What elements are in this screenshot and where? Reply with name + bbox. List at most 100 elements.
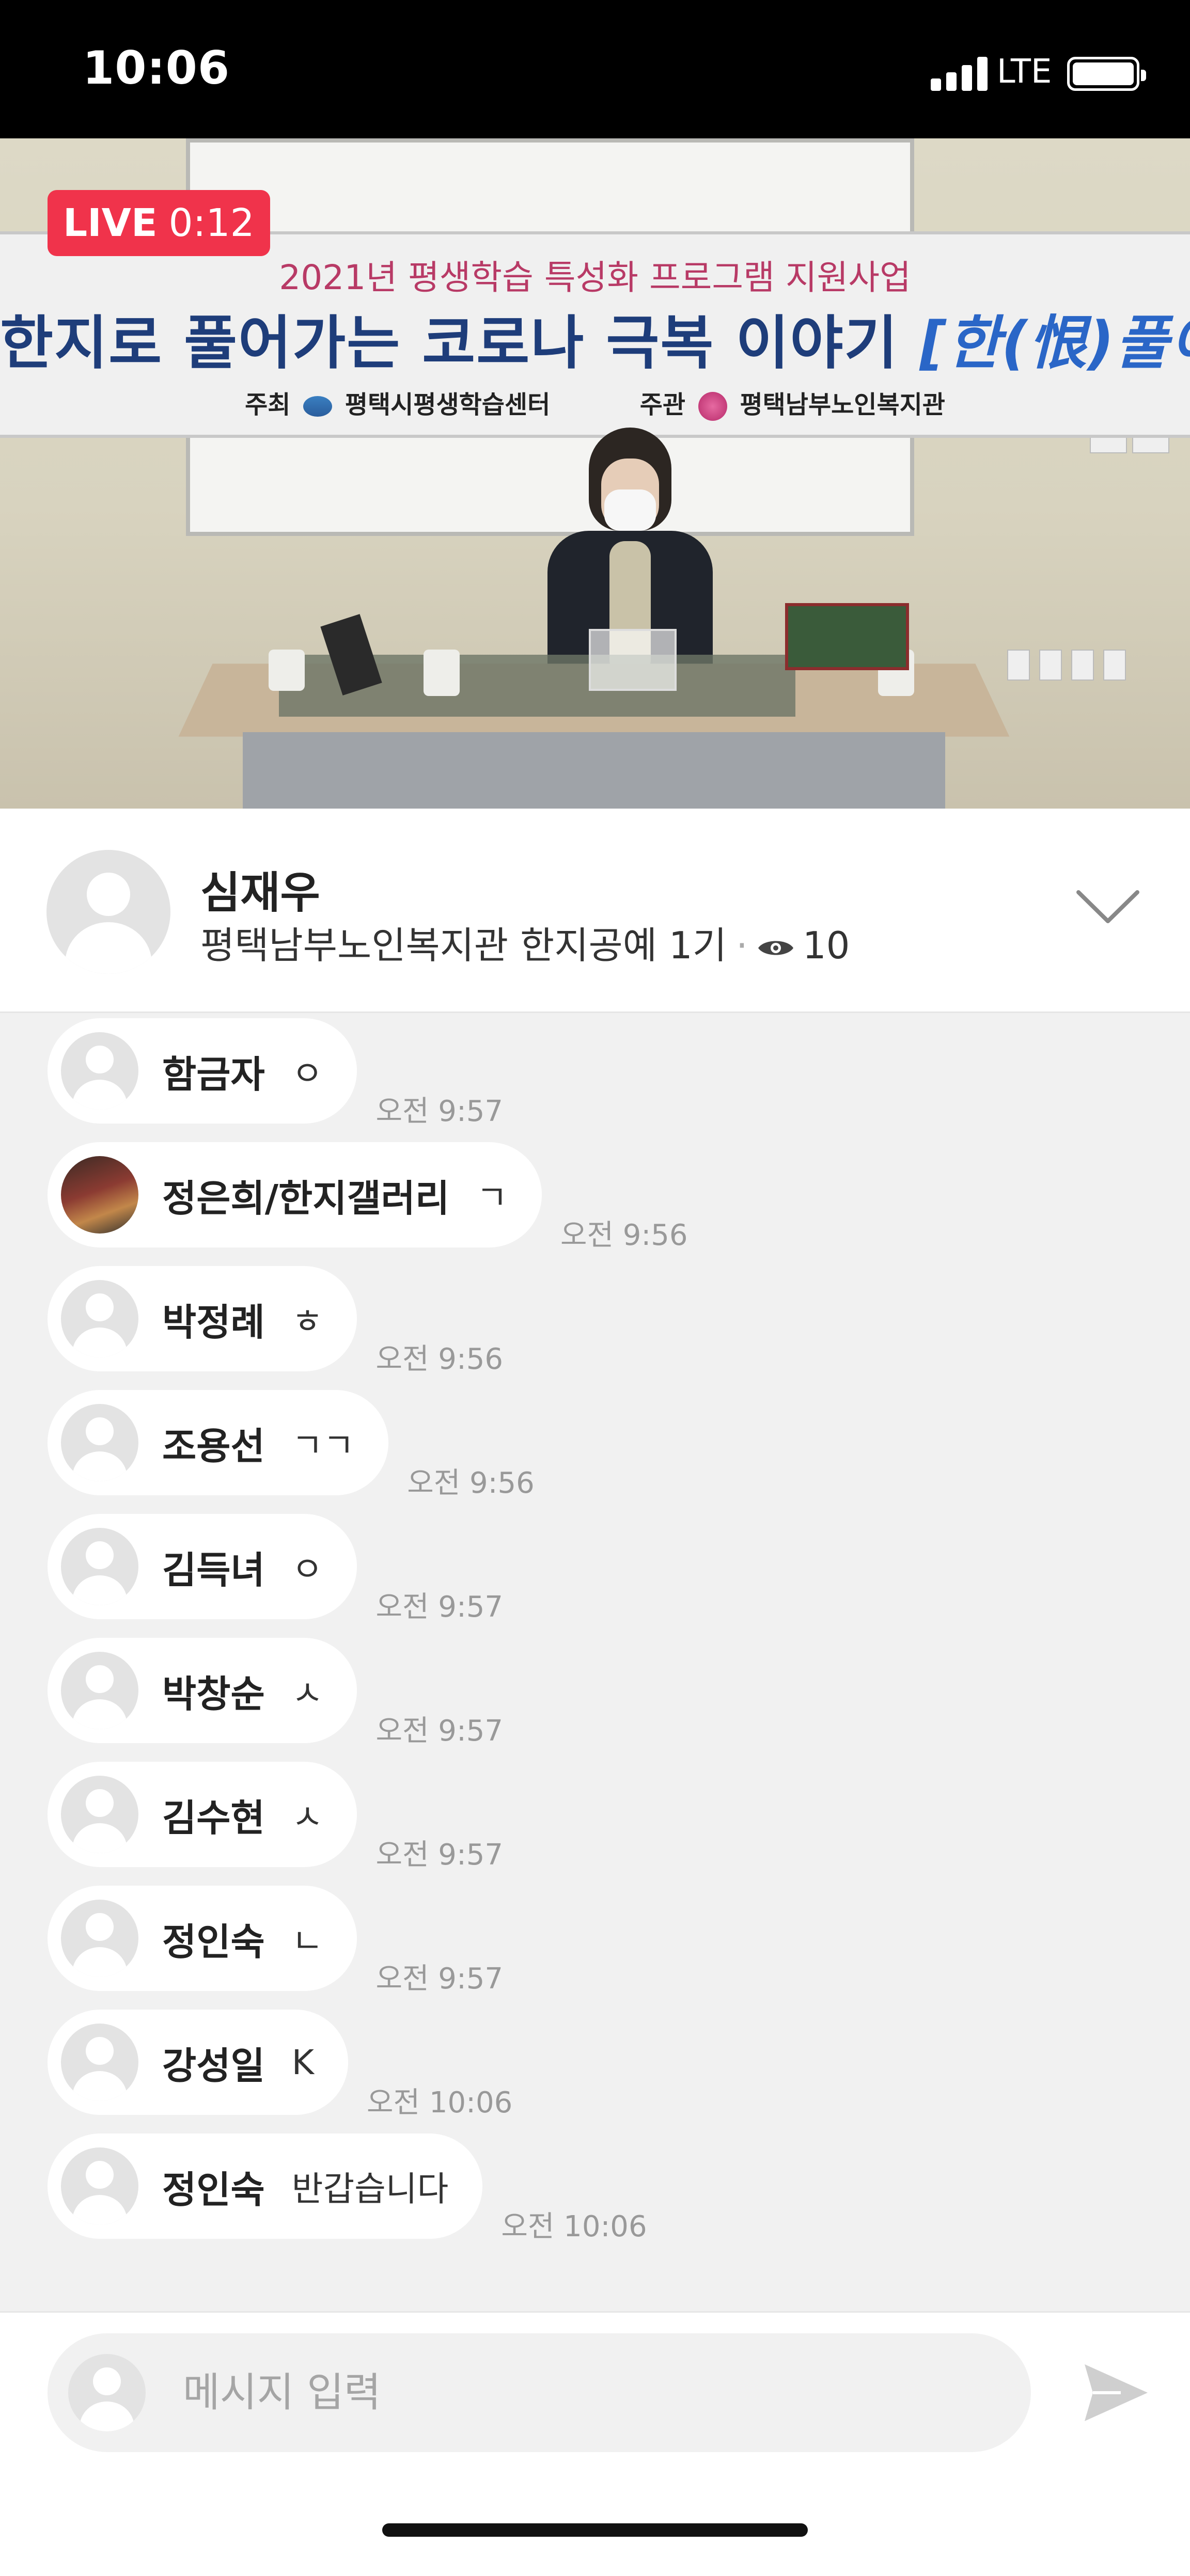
- user-avatar[interactable]: [61, 1032, 138, 1110]
- message-time: 오전 9:57: [375, 1590, 504, 1624]
- chat-message: 정인숙 ㄴ 오전 9:57: [48, 1886, 503, 1996]
- message-time: 오전 10:06: [501, 2210, 647, 2243]
- live-label: LIVE: [63, 201, 158, 245]
- message-author: 함금자: [162, 1052, 265, 1096]
- channel-name: 평택남부노인복지관 한지공예 1기: [200, 924, 727, 967]
- message-text: ㅎ: [291, 1302, 323, 1341]
- message-time: 오전 9:57: [375, 1714, 504, 1748]
- status-time: 10:06: [83, 41, 230, 94]
- message-bubble[interactable]: 박정례 ㅎ: [48, 1266, 357, 1371]
- message-text: ㄴ: [291, 1921, 323, 1961]
- host-info-bar: 심재우 평택남부노인복지관 한지공예 1기 · 10: [0, 809, 1190, 1013]
- message-author: 김득녀: [162, 1548, 265, 1592]
- viewer-count: 10: [802, 924, 850, 967]
- message-text: ㄱㄱ: [291, 1426, 355, 1465]
- live-video[interactable]: 2021년 평생학습 특성화 프로그램 지원사업 한지로 풀어가는 코로나 극복…: [0, 138, 1190, 809]
- jar: [424, 650, 460, 696]
- message-text: ㅇ: [291, 1550, 323, 1589]
- my-avatar: [68, 2354, 146, 2431]
- message-time: 오전 9:57: [375, 1095, 504, 1128]
- chat-message: 박창순 ㅅ 오전 9:57: [48, 1638, 503, 1748]
- eye-icon: [758, 941, 793, 955]
- chat-message: 김득녀 ㅇ 오전 9:57: [48, 1514, 503, 1624]
- host-org: 평택시평생학습센터: [345, 390, 551, 419]
- message-time: 오전 10:06: [367, 2086, 513, 2120]
- message-text: 반갑습니다: [291, 2169, 449, 2209]
- user-avatar[interactable]: [61, 1156, 138, 1234]
- learning-center-logo-icon: [303, 396, 333, 417]
- message-text: ㅅ: [291, 1797, 323, 1837]
- chat-message: 함금자 ㅇ 오전 9:57: [48, 1018, 503, 1128]
- message-bubble[interactable]: 정은희/한지갤러리 ㄱ: [48, 1142, 542, 1247]
- chevron-down-icon[interactable]: [1074, 886, 1141, 927]
- message-input-container[interactable]: [48, 2333, 1031, 2452]
- user-avatar[interactable]: [61, 1776, 138, 1853]
- user-avatar[interactable]: [61, 2147, 138, 2225]
- banner-title-accent: [한(恨)풀이]: [919, 310, 1190, 377]
- message-author: 박정례: [162, 1300, 265, 1344]
- chat-message: 강성일 K 오전 10:06: [48, 2010, 512, 2120]
- user-avatar[interactable]: [61, 1900, 138, 1977]
- message-time: 오전 9:56: [407, 1466, 535, 1500]
- live-badge: LIVE 0:12: [48, 190, 270, 256]
- organizer-org: 평택남부노인복지관: [740, 390, 945, 419]
- cellular-signal-icon: [931, 57, 988, 91]
- message-time: 오전 9:56: [560, 1219, 688, 1252]
- battery-icon: [1067, 57, 1146, 91]
- chat-message: 박정례 ㅎ 오전 9:56: [48, 1266, 503, 1376]
- message-bubble[interactable]: 김득녀 ㅇ: [48, 1514, 357, 1619]
- event-banner: 2021년 평생학습 특성화 프로그램 지원사업 한지로 풀어가는 코로나 극복…: [0, 231, 1190, 438]
- banner-title: 한지로 풀어가는 코로나 극복 이야기 [한(恨)풀이]: [0, 296, 1190, 380]
- banner-title-main: 한지로 풀어가는 코로나 극복 이야기: [0, 310, 920, 377]
- message-text: ㅅ: [291, 1673, 323, 1713]
- message-bubble[interactable]: 정인숙 ㄴ: [48, 1886, 357, 1991]
- welfare-center-logo-icon: [698, 392, 727, 421]
- chat-message: 정은희/한지갤러리 ㄱ 오전 9:56: [48, 1142, 688, 1252]
- separator-dot: ·: [735, 924, 748, 967]
- message-text: ㅇ: [291, 1054, 323, 1094]
- message-time: 오전 9:57: [375, 1962, 504, 1996]
- message-composer: [0, 2311, 1190, 2576]
- message-author: 박창순: [162, 1672, 265, 1716]
- message-time: 오전 9:57: [375, 1838, 504, 1872]
- user-avatar[interactable]: [61, 1652, 138, 1729]
- message-text: K: [291, 2042, 315, 2082]
- chat-message: 조용선 ㄱㄱ 오전 9:56: [48, 1390, 535, 1500]
- message-time: 오전 9:56: [375, 1342, 504, 1376]
- host-name: 심재우: [200, 867, 320, 918]
- send-icon[interactable]: [1079, 2359, 1152, 2426]
- message-author: 정은희/한지갤러리: [162, 1176, 450, 1220]
- message-bubble[interactable]: 박창순 ㅅ: [48, 1638, 357, 1743]
- message-bubble[interactable]: 정인숙 반갑습니다: [48, 2134, 483, 2239]
- host-avatar[interactable]: [46, 850, 170, 974]
- banner-organizers: 주최 평택시평생학습센터 주관 평택남부노인복지관: [0, 384, 1190, 421]
- host-subtitle: 평택남부노인복지관 한지공예 1기 · 10: [200, 915, 850, 969]
- organizer-label: 주관: [639, 390, 686, 419]
- banner-subtitle: 2021년 평생학습 특성화 프로그램 지원사업: [279, 258, 911, 297]
- message-author: 김수현: [162, 1796, 265, 1840]
- chat-message: 정인숙 반갑습니다 오전 10:06: [48, 2134, 647, 2243]
- message-author: 정인숙: [162, 1920, 265, 1964]
- chat-message: 김수현 ㅅ 오전 9:57: [48, 1762, 503, 1872]
- message-bubble[interactable]: 김수현 ㅅ: [48, 1762, 357, 1867]
- host-label: 주최: [245, 390, 291, 419]
- wall-outlets: [1007, 650, 1141, 681]
- message-input[interactable]: [183, 2364, 958, 2421]
- message-bubble[interactable]: 조용선 ㄱㄱ: [48, 1390, 389, 1495]
- message-bubble[interactable]: 강성일 K: [48, 2010, 349, 2115]
- user-avatar[interactable]: [61, 1404, 138, 1481]
- clear-box: [589, 629, 677, 691]
- user-avatar[interactable]: [61, 2024, 138, 2101]
- table-front: [243, 732, 945, 809]
- live-elapsed: 0:12: [168, 201, 255, 245]
- jar: [269, 650, 305, 691]
- message-text: ㄱ: [476, 1178, 508, 1218]
- message-author: 강성일: [162, 2044, 265, 2088]
- home-indicator[interactable]: [382, 2523, 808, 2537]
- network-type: LTE: [997, 53, 1052, 91]
- message-author: 정인숙: [162, 2168, 265, 2211]
- message-bubble[interactable]: 함금자 ㅇ: [48, 1018, 357, 1124]
- user-avatar[interactable]: [61, 1280, 138, 1357]
- user-avatar[interactable]: [61, 1528, 138, 1605]
- chat-list[interactable]: 함금자 ㅇ 오전 9:57 정은희/한지갤러리 ㄱ 오전 9:56 박정례 ㅎ …: [0, 1013, 1190, 2311]
